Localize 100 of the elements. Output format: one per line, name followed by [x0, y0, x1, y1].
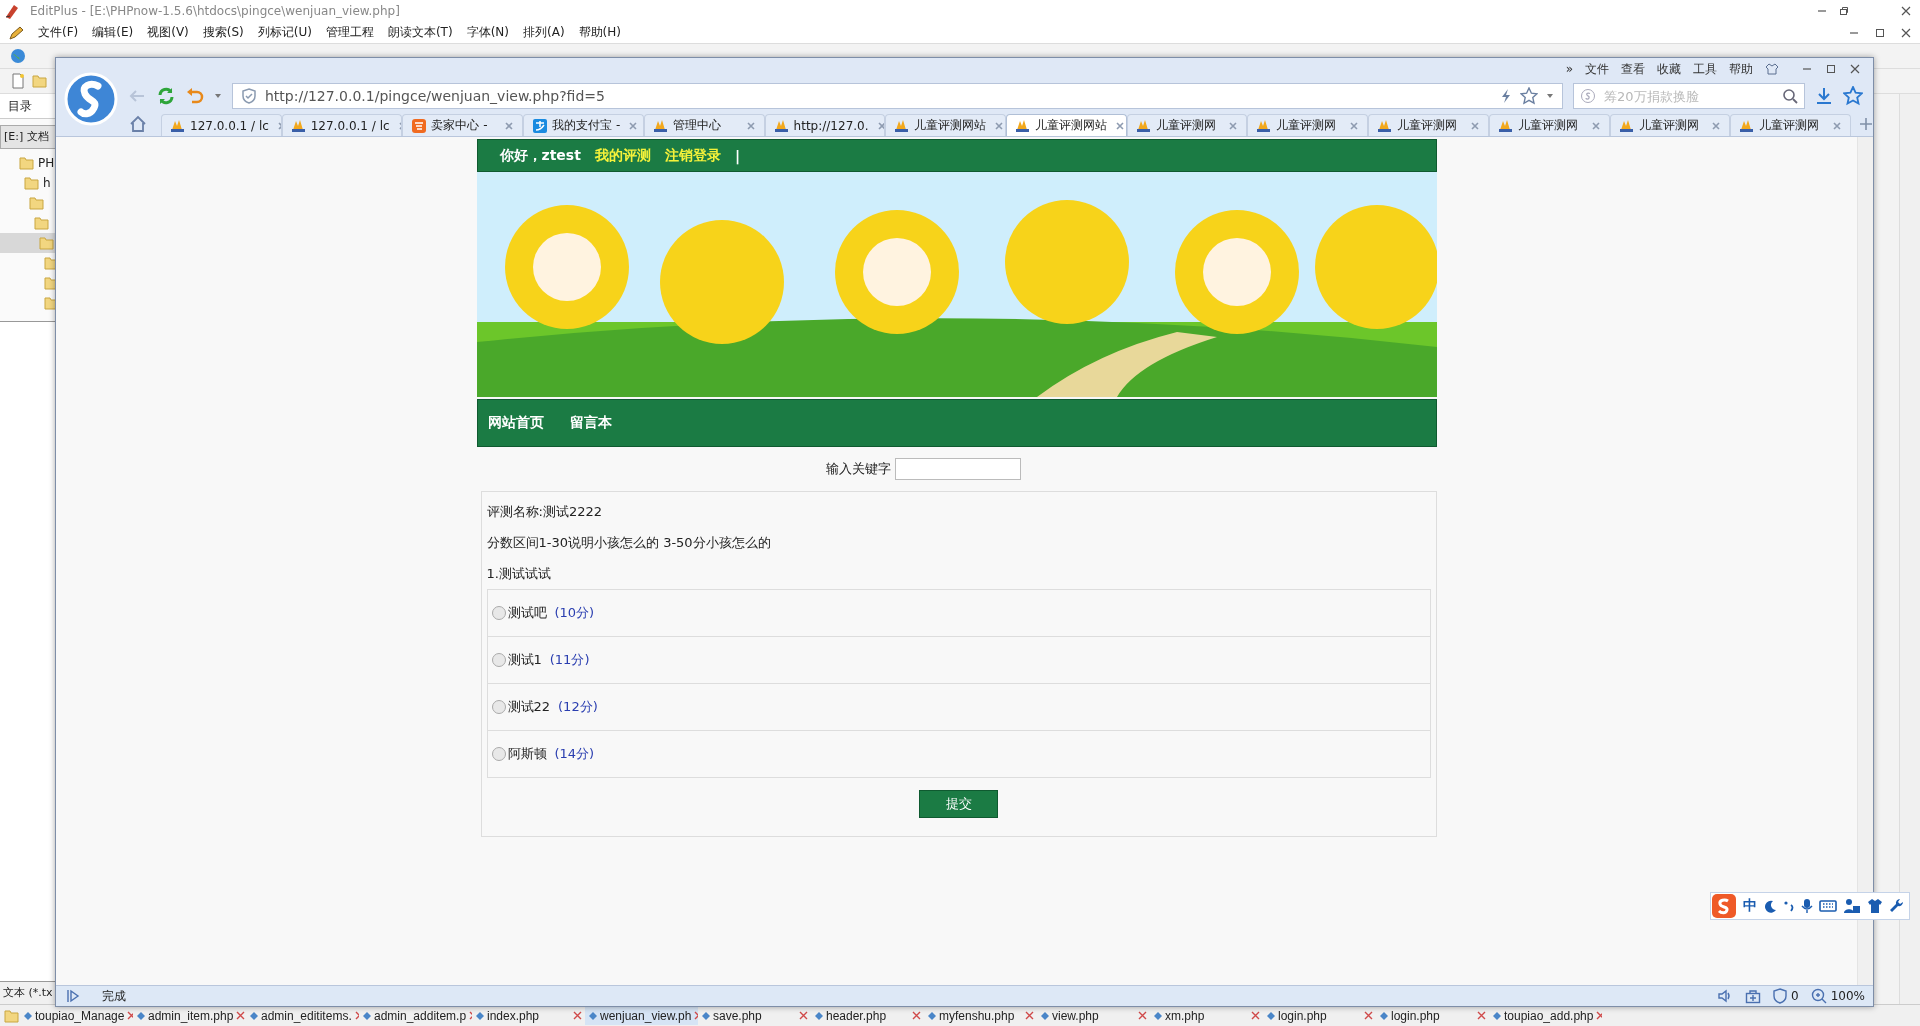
ad-block-counter[interactable]: 0	[1773, 988, 1799, 1004]
tree-item[interactable]: h	[0, 173, 56, 193]
file-tab[interactable]: admin_item.php	[133, 1006, 246, 1025]
menu-item[interactable]: 查看	[1621, 60, 1645, 78]
more-button[interactable]: »	[1565, 62, 1573, 76]
survey-title: 评测名称:测试2222	[486, 503, 603, 521]
undo-icon[interactable]	[186, 87, 204, 105]
menu-item[interactable]: 列标记(U)	[257, 24, 312, 41]
radio-button[interactable]	[491, 700, 506, 714]
menu-item[interactable]: 文件	[1585, 60, 1609, 78]
toolbox-icon[interactable]	[1745, 988, 1762, 1004]
refresh-icon[interactable]	[156, 86, 176, 106]
menu-item[interactable]: 编辑(E)	[92, 24, 134, 41]
menu-item[interactable]: 帮助(H)	[578, 24, 621, 41]
restore-icon[interactable]	[1874, 26, 1886, 39]
user-icon[interactable]	[1843, 898, 1861, 914]
scrollbar[interactable]	[1857, 137, 1873, 985]
menu-item[interactable]: 管理工程	[325, 24, 374, 41]
browser-tab[interactable]: 儿童评测网	[1730, 114, 1852, 136]
radio-button[interactable]	[491, 606, 506, 620]
zoom-control[interactable]: 100%	[1810, 988, 1865, 1004]
lightning-icon[interactable]	[1500, 88, 1512, 104]
file-tab[interactable]: xm.php	[1150, 1006, 1263, 1025]
browser-tab[interactable]: 127.0.0.1 / lc	[281, 114, 403, 136]
file-icon	[476, 1011, 484, 1020]
shirt-icon[interactable]	[1867, 898, 1883, 914]
radio-button[interactable]	[491, 747, 506, 761]
file-tab[interactable]: view.php	[1037, 1006, 1150, 1025]
search-input[interactable]: 筹20万捐款换脸	[1602, 87, 1776, 105]
search-icon[interactable]	[1782, 88, 1798, 104]
browser-tab[interactable]: http://127.0.	[764, 114, 886, 136]
new-tab-icon[interactable]	[1859, 117, 1874, 131]
file-tab[interactable]: login.php	[1376, 1006, 1489, 1025]
browser-tab[interactable]: 儿童评测网	[1609, 114, 1731, 136]
nav-link[interactable]: 网站首页	[487, 414, 544, 432]
file-tab[interactable]: myfenshu.php	[924, 1006, 1037, 1025]
tree-item[interactable]: PH	[0, 153, 56, 173]
folder-icon	[29, 195, 45, 211]
browser-tab[interactable]: 儿童评测网	[1488, 114, 1610, 136]
file-tab[interactable]: save.php	[698, 1006, 811, 1025]
nav-link[interactable]: 留言本	[569, 414, 612, 432]
caret-icon[interactable]	[1546, 92, 1554, 100]
microphone-icon[interactable]	[1801, 898, 1813, 914]
browser-logo-icon[interactable]	[64, 72, 118, 126]
input-mode-toggle[interactable]: 中	[1743, 897, 1757, 915]
nav-link[interactable]: 注销登录	[664, 146, 721, 165]
file-tab[interactable]: index.php	[472, 1006, 585, 1025]
folder-icon	[24, 175, 40, 191]
browser-tab[interactable]: 儿童评测网站	[885, 114, 1007, 136]
keyword-field[interactable]	[894, 458, 1021, 480]
filter-dropdown[interactable]: 文本 (*.tx	[0, 981, 56, 1004]
file-tab[interactable]: login.php	[1263, 1006, 1376, 1025]
menu-item[interactable]: 字体(N)	[466, 24, 509, 41]
menu-item[interactable]: 工具	[1693, 60, 1717, 78]
keyboard-icon[interactable]	[1819, 899, 1837, 913]
menu-item[interactable]: 收藏	[1657, 60, 1681, 78]
browser-tab[interactable]: 儿童评测网	[1126, 114, 1248, 136]
star-icon[interactable]	[1520, 87, 1538, 105]
menu-item[interactable]: 帮助	[1729, 60, 1753, 78]
moon-icon[interactable]	[1763, 899, 1777, 913]
menu-item[interactable]: 视图(V)	[147, 24, 189, 41]
option-label: 测试1	[507, 651, 542, 669]
menu-item[interactable]: 朗读文本(T)	[387, 24, 453, 41]
browser-tab[interactable]: 管理中心	[643, 114, 765, 136]
restore-icon[interactable]	[1838, 5, 1850, 17]
zoom-icon	[1810, 988, 1827, 1004]
home-icon[interactable]	[129, 115, 147, 133]
file-tab[interactable]: toupiao_add.php	[1489, 1006, 1602, 1025]
drive-dropdown[interactable]: [E:] 文档	[0, 125, 56, 149]
file-tab[interactable]: admin_additem.p	[359, 1006, 472, 1025]
browser-tab[interactable]: 127.0.0.1 / lc	[161, 114, 282, 136]
punctuation-icon[interactable]	[1783, 899, 1795, 913]
ime-logo-icon[interactable]	[1711, 893, 1737, 919]
browser-tab[interactable]: 儿童评测网站	[1006, 114, 1127, 136]
search-box[interactable]: 筹20万捐款换脸	[1573, 83, 1805, 109]
browser-tab[interactable]: 我的支付宝 -	[523, 114, 644, 136]
separator-text: |	[734, 147, 740, 164]
favorites-icon[interactable]	[1843, 86, 1863, 106]
wrench-icon[interactable]	[1889, 898, 1905, 914]
menu-item[interactable]: 搜索(S)	[202, 24, 244, 41]
address-field[interactable]: http://127.0.0.1/pingce/wenjuan_view.php?fid=5	[232, 83, 1563, 109]
menu-item[interactable]: 文件(F)	[38, 24, 79, 41]
browser-tab[interactable]: 儿童评测网	[1368, 114, 1489, 136]
maximize-icon[interactable]	[1825, 63, 1837, 75]
file-tab[interactable]: admin_edititems.	[246, 1006, 359, 1025]
caret-icon[interactable]	[214, 92, 222, 100]
sidebar-toggle-icon[interactable]	[66, 989, 80, 1003]
sidebar-tab[interactable]: 目录	[0, 94, 56, 119]
new-file-icon[interactable]	[10, 73, 26, 89]
browser-tab[interactable]: 儿童评测网	[1247, 114, 1369, 136]
browser-tab[interactable]: 卖家中心 -	[402, 114, 524, 136]
file-tab[interactable]: header.php	[811, 1006, 924, 1025]
download-icon[interactable]	[1815, 87, 1833, 105]
nav-link[interactable]: 我的评测	[594, 146, 651, 165]
menu-item[interactable]: 排列(A)	[523, 24, 565, 41]
radio-button[interactable]	[491, 653, 506, 667]
submit-button[interactable]: 提交	[919, 790, 998, 818]
skin-icon[interactable]	[1765, 62, 1779, 76]
file-tab[interactable]: toupiao_Manage	[20, 1006, 133, 1025]
globe-icon[interactable]	[10, 48, 26, 64]
